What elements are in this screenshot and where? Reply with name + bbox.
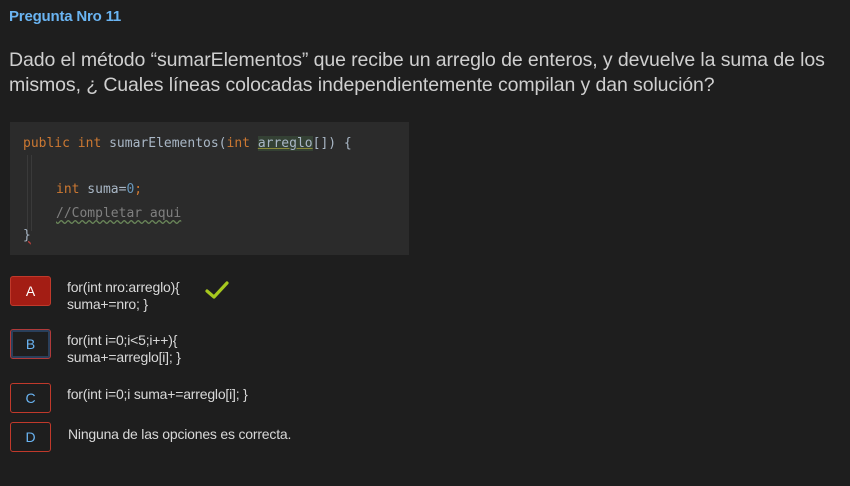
code-line-1: public int sumarElementos(int arreglo[])… bbox=[23, 136, 352, 151]
checkmark-icon bbox=[205, 281, 229, 299]
indent-guide bbox=[27, 155, 28, 231]
code-line-3: //Completar aqui bbox=[56, 206, 182, 221]
option-d-button[interactable]: D bbox=[10, 422, 51, 452]
option-b-text: for(int i=0;i<5;i++){ suma+=arreglo[i]; … bbox=[67, 332, 181, 365]
option-a-text: for(int nro:arreglo){ suma+=nro; } bbox=[67, 279, 180, 312]
code-line-4: } bbox=[23, 228, 31, 243]
question-number: Pregunta Nro 11 bbox=[9, 8, 122, 25]
option-d-text: Ninguna de las opciones es correcta. bbox=[68, 426, 292, 442]
option-a-button[interactable]: A bbox=[10, 276, 51, 306]
option-c-button[interactable]: C bbox=[10, 383, 51, 413]
question-text: Dado el método “sumarElementos” que reci… bbox=[9, 49, 825, 96]
option-b-button[interactable]: B bbox=[10, 329, 51, 359]
indent-guide bbox=[31, 155, 32, 231]
code-block: public int sumarElementos(int arreglo[])… bbox=[10, 122, 409, 255]
code-line-2: int suma=0; bbox=[56, 182, 143, 197]
option-c-text: for(int i=0;i suma+=arreglo[i]; } bbox=[67, 386, 248, 402]
